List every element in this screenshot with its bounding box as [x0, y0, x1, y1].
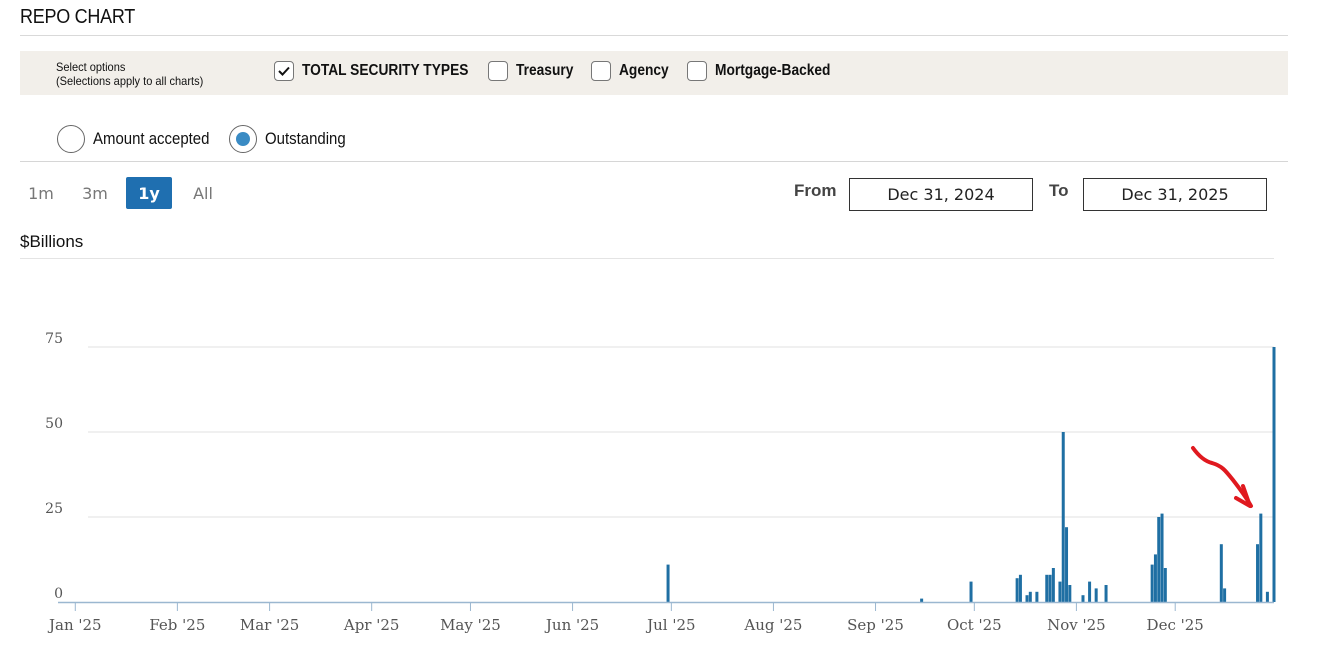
- y-tick-label: 25: [45, 501, 63, 517]
- x-tick-label: Nov '25: [1047, 616, 1106, 634]
- x-tick-label: Feb '25: [149, 616, 205, 634]
- chart-gridlines: [88, 346, 1274, 518]
- bar: [1150, 564, 1154, 602]
- bar: [1081, 595, 1085, 602]
- x-tick-label: Mar '25: [240, 616, 299, 634]
- repo-bar-chart: 0 25 50 75 Jan '25 Feb '25 Mar '25 Apr '25 May …: [45, 331, 1276, 634]
- bar: [1061, 432, 1065, 602]
- bar: [1219, 544, 1223, 602]
- bar: [1025, 595, 1029, 602]
- bar: [1051, 568, 1055, 602]
- bar: [1035, 591, 1039, 602]
- x-tick-label: Jul '25: [645, 616, 695, 634]
- bar: [1048, 574, 1052, 602]
- bar: [1223, 588, 1227, 602]
- bar: [920, 598, 924, 602]
- bar: [1163, 568, 1167, 602]
- y-tick-label: 75: [45, 331, 63, 347]
- bar: [1272, 347, 1276, 602]
- x-tick-label: Aug '25: [743, 616, 802, 634]
- bar: [666, 564, 670, 602]
- x-tick-label: Dec '25: [1147, 616, 1204, 634]
- bar: [1265, 591, 1269, 602]
- x-axis: Jan '25 Feb '25 Mar '25 Apr '25 May '25 Jun '…: [47, 601, 1274, 634]
- bar: [1094, 588, 1098, 602]
- bar: [1015, 578, 1019, 602]
- bar: [1104, 585, 1108, 602]
- red-arrow-annotation: [1191, 446, 1253, 508]
- bar: [1153, 554, 1157, 602]
- bar: [1058, 581, 1062, 602]
- y-axis-ticks: 0 25 50 75: [45, 331, 63, 602]
- x-tick-label: Oct '25: [947, 616, 1002, 634]
- x-tick-label: May '25: [440, 616, 501, 634]
- x-tick-label: Sep '25: [847, 616, 904, 634]
- x-tick-label: Apr '25: [343, 616, 400, 634]
- bar: [1157, 517, 1161, 602]
- bar: [1259, 513, 1263, 602]
- bar: [1068, 585, 1072, 602]
- x-tick-label: Jan '25: [47, 616, 102, 634]
- chart-bars: [666, 347, 1276, 602]
- bar: [1045, 574, 1049, 602]
- bar: [1160, 513, 1164, 602]
- bar: [1088, 581, 1092, 602]
- bar: [1256, 544, 1260, 602]
- x-tick-label: Jun '25: [544, 616, 599, 634]
- y-tick-label: 50: [45, 416, 63, 432]
- bar: [1028, 591, 1032, 602]
- bar: [969, 581, 973, 602]
- bar: [1018, 574, 1022, 602]
- bar: [1065, 527, 1069, 602]
- y-tick-label: 0: [54, 586, 63, 602]
